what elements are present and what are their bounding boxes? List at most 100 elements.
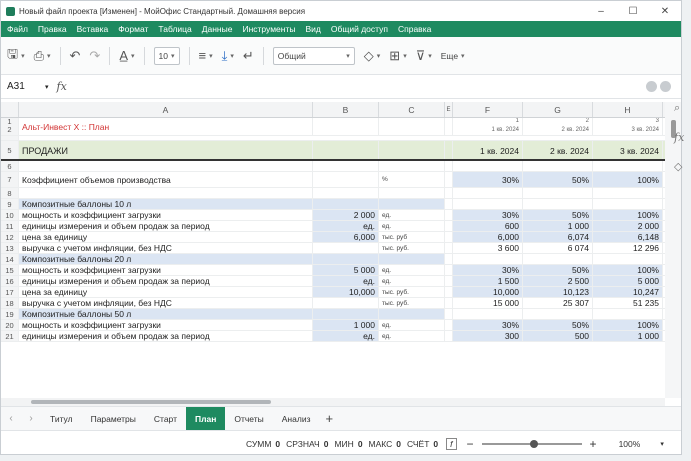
col-header-g[interactable]: G [523, 102, 593, 117]
cell-unit[interactable]: тыс. руб. [379, 287, 445, 297]
zoom-slider[interactable] [481, 439, 582, 448]
tab-analysis[interactable]: Анализ [273, 407, 320, 431]
cell-base[interactable] [313, 298, 379, 308]
zoom-slider-handle[interactable] [529, 439, 538, 448]
cell-label[interactable]: Композитные баллоны 20 л [19, 254, 313, 264]
col-header-c[interactable]: C [379, 102, 445, 117]
tab-parameters[interactable]: Параметры [82, 407, 145, 431]
formula-input[interactable] [67, 79, 646, 95]
cell[interactable] [445, 161, 453, 171]
cell-label[interactable]: выручка с учетом инфляции, без НДС [19, 298, 313, 308]
cell-label[interactable]: цена за единицу [19, 232, 313, 242]
cell-unit[interactable] [379, 188, 445, 198]
col-header-a[interactable]: A [19, 102, 313, 117]
align-button[interactable]: ≡ ▾ [199, 48, 213, 63]
cell-unit[interactable] [379, 161, 445, 171]
chevron-down-icon[interactable]: ▾ [45, 83, 49, 91]
cell-period-1[interactable] [453, 161, 523, 171]
cell-period-3[interactable]: 3 3 кв. 2024 [593, 118, 663, 135]
cell[interactable] [445, 199, 453, 209]
cell-period-2[interactable]: 500 [523, 331, 593, 341]
cell-period-3[interactable] [593, 309, 663, 319]
cell-unit[interactable]: ед. [379, 320, 445, 330]
cell-period-2[interactable] [523, 161, 593, 171]
menu-edit[interactable]: Правка [38, 24, 67, 34]
cell[interactable] [445, 188, 453, 198]
more-button[interactable]: Еще ▾ [441, 51, 465, 61]
font-size-select[interactable]: 10 ▾ [153, 46, 180, 65]
cell-period-1[interactable]: 3 600 [453, 243, 523, 253]
cell-unit[interactable]: % [379, 172, 445, 187]
cell-base[interactable] [313, 309, 379, 319]
cell-unit[interactable]: тыс. руб. [379, 298, 445, 308]
chevron-down-icon[interactable]: ▾ [660, 440, 664, 448]
menu-format[interactable]: Формат [118, 24, 148, 34]
cell[interactable] [445, 331, 453, 341]
cell-period-3[interactable]: 100% [593, 172, 663, 187]
print-button[interactable]: ⎙ ▾ [34, 48, 51, 64]
cell[interactable] [313, 118, 379, 135]
cell-period-3[interactable] [593, 188, 663, 198]
formula-mode-icon[interactable]: f [446, 437, 457, 450]
cell[interactable] [445, 221, 453, 231]
cell-period-1[interactable]: 30% [453, 172, 523, 187]
select-all-corner[interactable] [1, 102, 19, 117]
cell-base[interactable] [313, 172, 379, 187]
cell[interactable] [445, 141, 453, 159]
add-sheet-button[interactable]: + [325, 411, 333, 426]
col-header-e[interactable]: E [445, 102, 453, 117]
tab-reports[interactable]: Отчеты [225, 407, 272, 431]
cell-base[interactable]: 1 000 [313, 320, 379, 330]
fill-color-button[interactable]: ◇ ▾ [364, 48, 381, 64]
cell-period-1[interactable]: 600 [453, 221, 523, 231]
minimize-button[interactable]: – [585, 6, 617, 17]
cell-base[interactable]: 6,000 [313, 232, 379, 242]
redo-button[interactable]: ↷ [89, 48, 100, 64]
number-format-select[interactable]: Общий ▾ [272, 46, 355, 65]
zoom-level[interactable]: 100% [619, 439, 641, 449]
menu-tools[interactable]: Инструменты [242, 24, 295, 34]
col-header-b[interactable]: B [313, 102, 379, 117]
menu-view[interactable]: Вид [305, 24, 320, 34]
sheet-title[interactable]: Альт-Инвест X :: План [19, 118, 313, 135]
scroll-thumb[interactable] [31, 400, 271, 404]
valign-button[interactable]: ⤓ ▾ [222, 48, 234, 64]
cell-period-3[interactable]: 10,247 [593, 287, 663, 297]
cell-label[interactable]: мощность и коэффициент загрузки [19, 210, 313, 220]
menu-file[interactable]: Файл [7, 24, 28, 34]
menu-sharing[interactable]: Общий доступ [331, 24, 388, 34]
cell-period-1[interactable]: 10,000 [453, 287, 523, 297]
cell-period-2[interactable]: 6 074 [523, 243, 593, 253]
cell-period-3[interactable]: 100% [593, 320, 663, 330]
cell-unit[interactable] [379, 199, 445, 209]
cell-period-3[interactable] [593, 254, 663, 264]
cell-period-1[interactable]: 30% [453, 265, 523, 275]
cell-period-1[interactable]: 6,000 [453, 232, 523, 242]
cell[interactable] [445, 276, 453, 286]
cell-base[interactable] [313, 254, 379, 264]
period-header[interactable]: 3 кв. 2024 [593, 141, 663, 159]
cell-label[interactable]: единицы измерения и объем продаж за пери… [19, 331, 313, 341]
cell[interactable] [445, 172, 453, 187]
horizontal-scrollbar[interactable] [1, 398, 665, 406]
cell-reference[interactable]: A31 [1, 81, 41, 92]
cell-unit[interactable]: ед. [379, 265, 445, 275]
cell-label[interactable]: цена за единицу [19, 287, 313, 297]
zoom-in-button[interactable]: + [590, 437, 597, 451]
cell-base[interactable]: 5 000 [313, 265, 379, 275]
function-icon[interactable]: fx [674, 131, 691, 144]
sales-label[interactable]: ПРОДАЖИ [19, 141, 313, 159]
cell-label[interactable]: мощность и коэффициент загрузки [19, 320, 313, 330]
cell-period-3[interactable] [593, 161, 663, 171]
cell-period-1[interactable]: 15 000 [453, 298, 523, 308]
cell-base[interactable]: 2 000 [313, 210, 379, 220]
cell-label[interactable] [19, 161, 313, 171]
cell[interactable] [445, 265, 453, 275]
cell-period-2[interactable]: 1 000 [523, 221, 593, 231]
cell-period-2[interactable]: 2 500 [523, 276, 593, 286]
cell-period-2[interactable] [523, 309, 593, 319]
cell[interactable] [445, 287, 453, 297]
filter-button[interactable]: ⊽ ▾ [416, 48, 432, 64]
tab-start[interactable]: Старт [145, 407, 186, 431]
cell-period-2[interactable] [523, 199, 593, 209]
